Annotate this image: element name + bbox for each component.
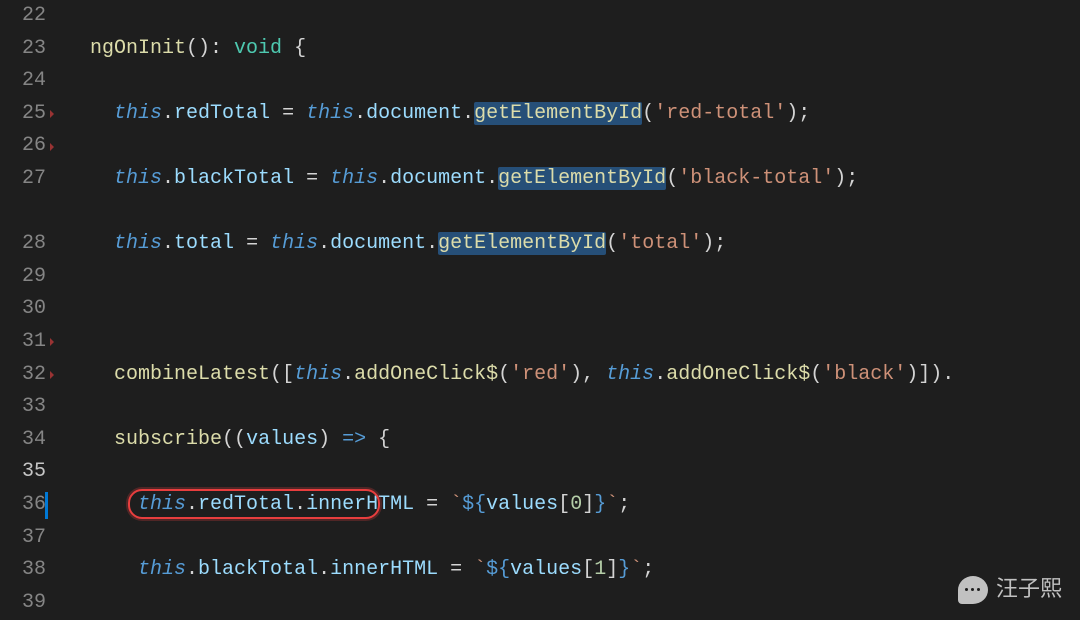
code-line: combineLatest([this.addOneClick$('red'),…: [66, 359, 1080, 392]
code-line: this.redTotal.innerHTML = `${values[0]}`…: [66, 489, 1080, 522]
code-area[interactable]: ngOnInit(): void { this.redTotal = this.…: [60, 0, 1080, 620]
line-number: 39: [0, 587, 46, 620]
line-number: 24: [0, 65, 46, 98]
line-number: 22: [0, 0, 46, 33]
code-line: this.blackTotal = this.document.getEleme…: [66, 163, 1080, 196]
line-number: 35: [0, 456, 46, 489]
code-line: ngOnInit(): void {: [66, 33, 1080, 66]
line-number: [0, 196, 46, 229]
line-number: 27: [0, 163, 46, 196]
line-number: 32: [0, 359, 46, 392]
code-editor[interactable]: 22232425262728293031323334353637383940 n…: [0, 0, 1080, 620]
code-line: [66, 293, 1080, 326]
line-number: 36: [0, 489, 46, 522]
line-number: 37: [0, 522, 46, 555]
line-number: 33: [0, 391, 46, 424]
line-number: 25: [0, 98, 46, 131]
method-name: ngOnInit: [90, 37, 186, 60]
line-number: 31: [0, 326, 46, 359]
chat-bubble-icon: [958, 576, 988, 604]
line-number: 30: [0, 293, 46, 326]
line-number: 28: [0, 228, 46, 261]
line-number: 29: [0, 261, 46, 294]
code-line: this.total = this.document.getElementByI…: [66, 228, 1080, 261]
line-number: 26: [0, 130, 46, 163]
code-line: this.blackTotal.innerHTML = `${values[1]…: [66, 554, 1080, 587]
line-number: 34: [0, 424, 46, 457]
watermark-text: 汪子熙: [996, 573, 1062, 606]
line-number: 23: [0, 33, 46, 66]
code-line: subscribe((values) => {: [66, 424, 1080, 457]
watermark: 汪子熙: [958, 573, 1062, 606]
line-number: 38: [0, 554, 46, 587]
code-line: this.redTotal = this.document.getElement…: [66, 98, 1080, 131]
line-number-gutter: 22232425262728293031323334353637383940: [0, 0, 60, 620]
